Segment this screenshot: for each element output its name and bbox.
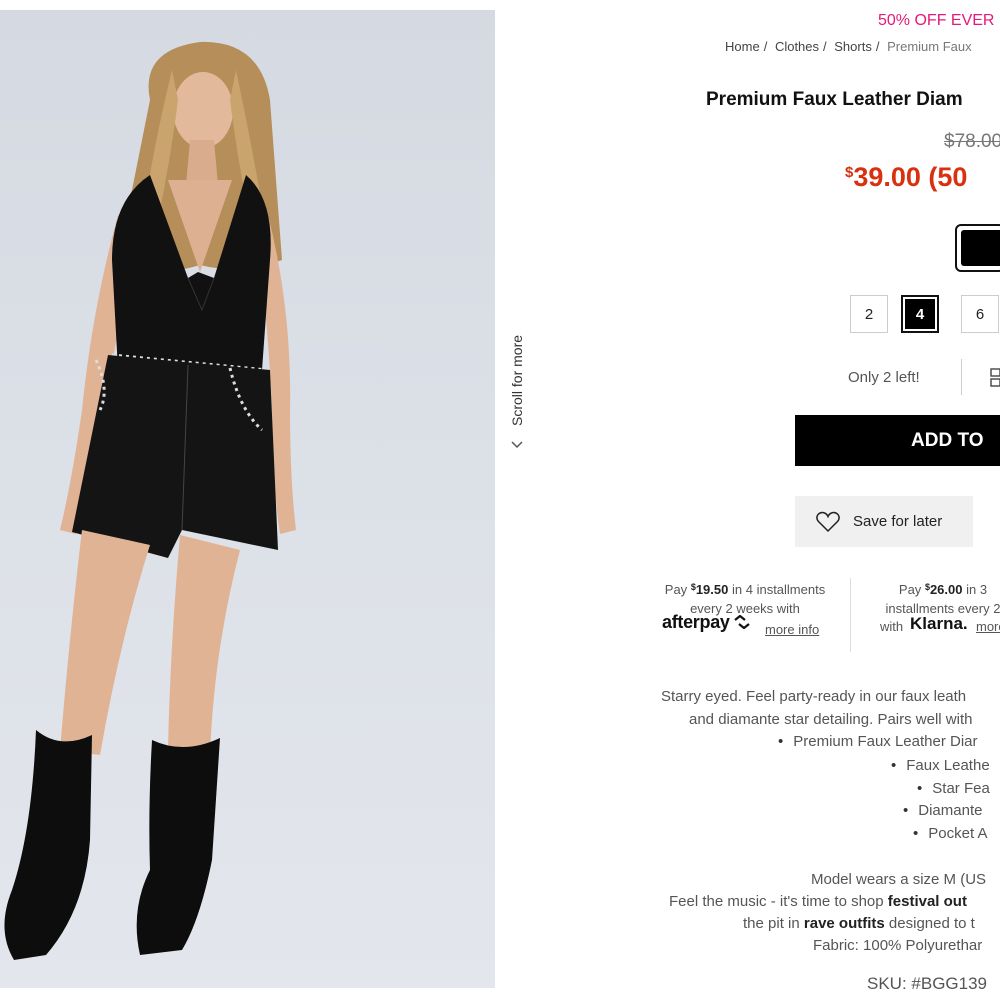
klarna-logo: Klarna. xyxy=(910,614,968,633)
model-illustration xyxy=(4,41,296,960)
afterpay-amount: 19.50 xyxy=(695,582,729,597)
afterpay-logo: afterpay xyxy=(662,612,752,633)
festival-outfits-link[interactable]: festival out xyxy=(888,893,967,910)
color-swatch-fill xyxy=(961,230,1000,266)
klarna-amount: 26.00 xyxy=(929,582,963,597)
afterpay-arrows-icon xyxy=(733,614,750,630)
feature-bullet: Pocket A xyxy=(913,823,987,845)
size-option-4[interactable]: 4 xyxy=(901,295,939,333)
afterpay-more-info-link[interactable]: more info xyxy=(765,622,819,637)
rave-line: the pit in rave outfits designed to t xyxy=(743,913,975,935)
klarna-pay-label: Pay xyxy=(898,582,922,597)
original-price: $78.00 xyxy=(944,131,1000,152)
promo-banner[interactable]: 50% OFF EVER xyxy=(878,12,994,30)
breadcrumb-clothes[interactable]: Clothes xyxy=(775,39,819,54)
model-size-info: Model wears a size M (US xyxy=(811,871,987,888)
breadcrumb: Home / Clothes / Shorts / Premium Faux xyxy=(725,39,972,54)
rave-text-end: designed to t xyxy=(888,915,975,932)
stock-divider xyxy=(961,359,962,395)
sale-price-value: 39.00 (50 xyxy=(853,162,968,192)
afterpay-logo-text: afterpay xyxy=(662,612,730,632)
stock-status: Only 2 left! xyxy=(848,369,920,386)
size-option-2[interactable]: 2 xyxy=(850,295,888,333)
klarna-with-label: with xyxy=(880,619,904,634)
rave-text: the pit in xyxy=(743,915,800,932)
sale-price: $39.00 (50 xyxy=(845,162,967,193)
size-guide-icon[interactable] xyxy=(990,368,1000,388)
breadcrumb-current: Premium Faux xyxy=(887,39,972,54)
product-title: Premium Faux Leather Diam xyxy=(706,89,963,110)
breadcrumb-shorts[interactable]: Shorts xyxy=(834,39,872,54)
payment-divider xyxy=(850,578,851,652)
afterpay-pay-label: Pay xyxy=(664,582,688,597)
chevron-down-icon xyxy=(511,441,523,449)
add-to-bag-button[interactable]: ADD TO xyxy=(795,415,1000,466)
size-option-6[interactable]: 6 xyxy=(961,295,999,333)
heart-icon xyxy=(816,511,840,532)
feature-bullet: Premium Faux Leather Diar xyxy=(778,731,977,753)
feature-bullet: Faux Leathe xyxy=(891,755,989,777)
klarna-more-link[interactable]: more xyxy=(976,619,1000,634)
scroll-hint-label: Scroll for more xyxy=(509,334,525,426)
klarna-info: Pay $26.00 in 3 installments every 2 xyxy=(868,578,1000,618)
fabric-info: Fabric: 100% Polyurethar xyxy=(813,937,983,954)
klarna-installments: in 3 xyxy=(966,582,988,597)
breadcrumb-home[interactable]: Home xyxy=(725,39,760,54)
color-swatch-black[interactable] xyxy=(955,224,1000,272)
description-line-2: and diamante star detailing. Pairs well … xyxy=(689,711,973,728)
save-for-later-button[interactable]: Save for later xyxy=(795,496,973,547)
feature-bullet: Diamante xyxy=(903,800,982,822)
description-line-1: Starry eyed. Feel party-ready in our fau… xyxy=(661,688,967,705)
rave-outfits-link[interactable]: rave outfits xyxy=(804,915,885,932)
scroll-hint[interactable]: Scroll for more xyxy=(506,308,528,458)
feature-bullet: Star Fea xyxy=(917,778,990,800)
festival-line: Feel the music - it's time to shop festi… xyxy=(669,891,967,913)
afterpay-installments: in 4 installments xyxy=(732,582,826,597)
sku: SKU: #BGG139 xyxy=(867,974,988,993)
product-image[interactable] xyxy=(0,10,495,988)
festival-text: Feel the music - it's time to shop xyxy=(669,893,884,910)
save-for-later-label: Save for later xyxy=(853,513,943,530)
size-option-4-label: 4 xyxy=(905,299,935,329)
